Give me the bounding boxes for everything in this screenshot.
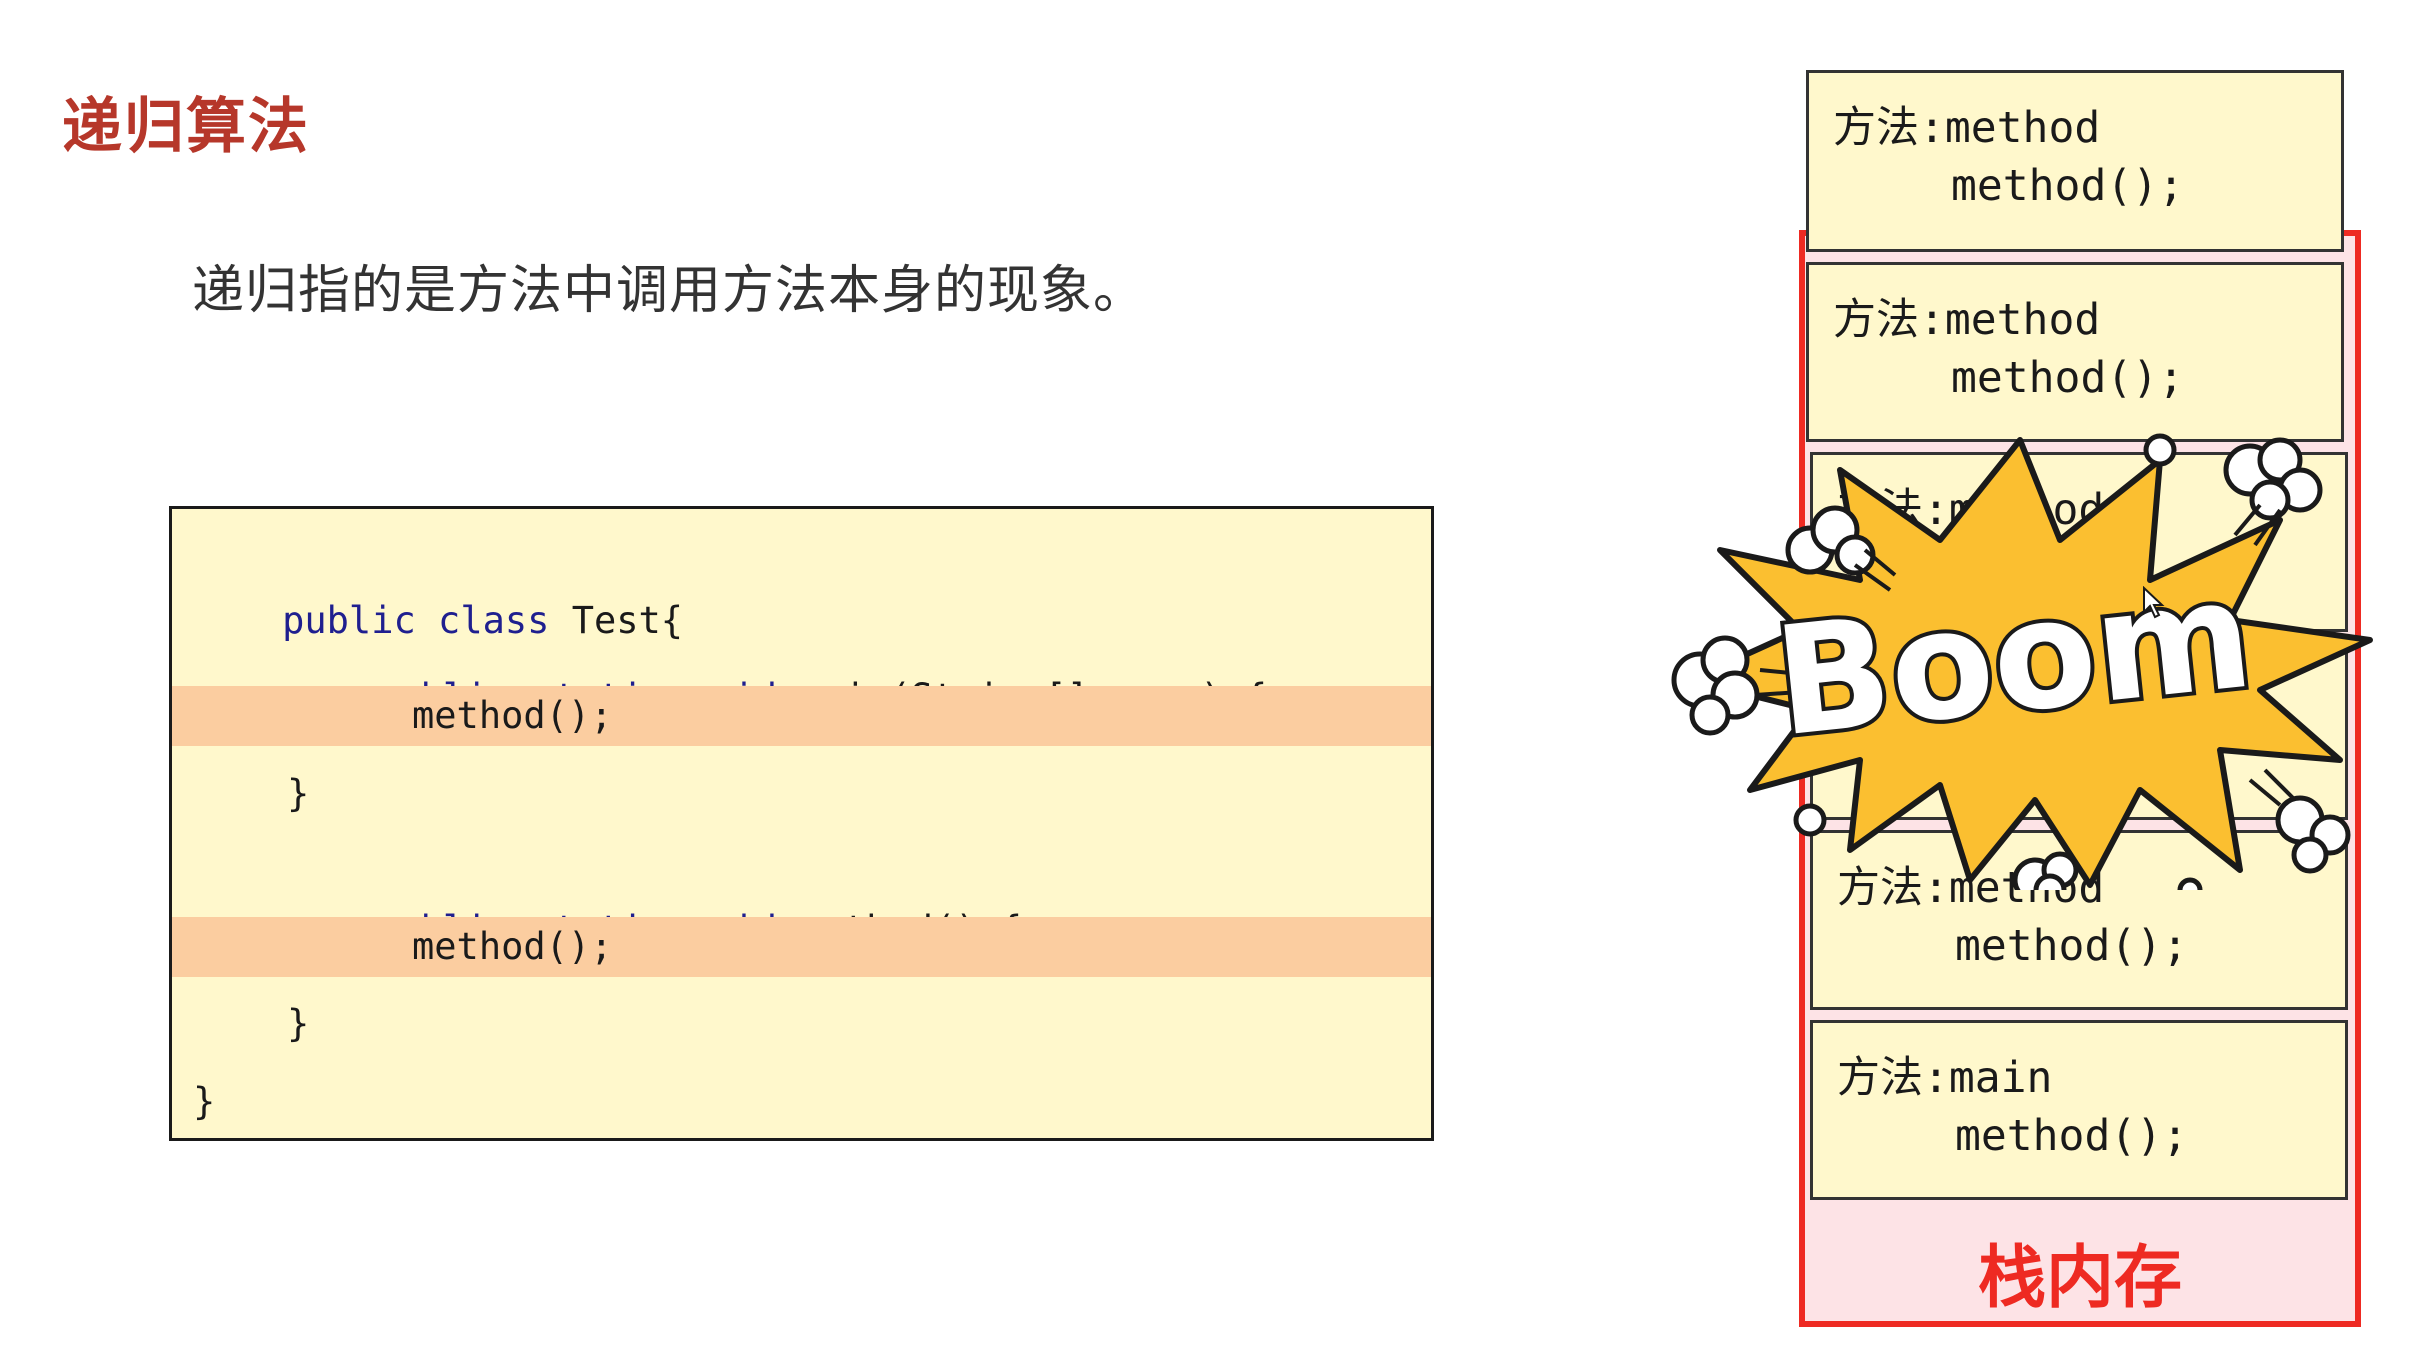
frame-call: method(); xyxy=(1955,921,2188,971)
frame-name: 方法:main xyxy=(1837,1053,2053,1103)
code-block: public class Test{ public static void ma… xyxy=(169,506,1434,1141)
explosion-burst-icon: Boom xyxy=(1671,433,2373,890)
stack-frame-main: 方法:main method(); xyxy=(1810,1020,2348,1200)
code-line-8: } xyxy=(193,1080,216,1123)
stack-frame-2: 方法:method method(); xyxy=(1806,262,2344,442)
frame-call: method(); xyxy=(1951,161,2184,211)
code-line-4: } xyxy=(287,772,310,815)
frame-call: method(); xyxy=(1955,1111,2188,1161)
cursor-icon xyxy=(2143,586,2165,619)
stack-memory-label: 栈内存 xyxy=(1977,1239,2182,1318)
code-line-5: public static void method() { xyxy=(172,840,1431,951)
code-line-1: public class Test{ xyxy=(282,599,684,642)
stack-frame-1: 方法:method method(); xyxy=(1806,70,2344,252)
code-line-2: public static void main(String[] args) { xyxy=(172,608,1431,719)
code-line-6-highlighted: method(); xyxy=(172,917,1431,977)
slide-title: 递归算法 xyxy=(62,92,310,162)
frame-name: 方法:method xyxy=(1833,103,2101,153)
frame-name: 方法:method xyxy=(1833,295,2101,345)
code-line-3-highlighted: method(); xyxy=(172,686,1431,746)
definition-text: 递归指的是方法中调用方法本身的现象。 xyxy=(192,261,1147,321)
frame-call: method(); xyxy=(1951,353,2184,403)
code-line-7: } xyxy=(287,1002,310,1045)
